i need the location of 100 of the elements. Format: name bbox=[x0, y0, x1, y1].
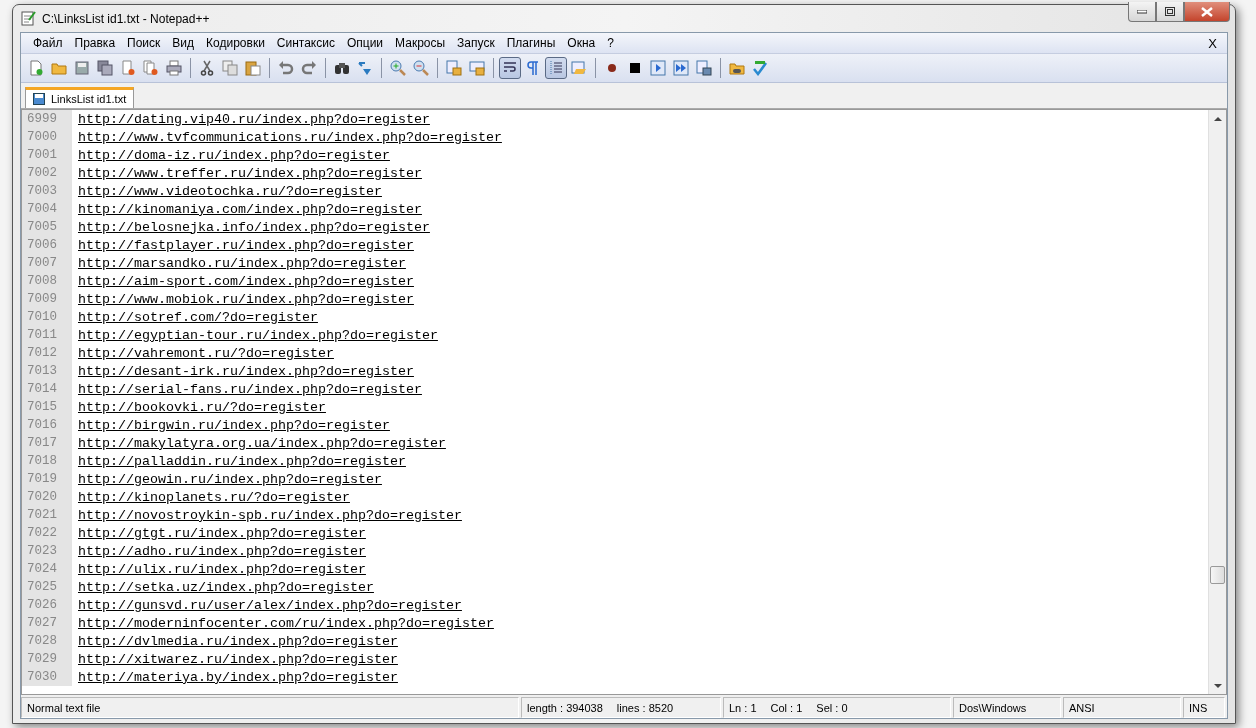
play-icon bbox=[650, 60, 666, 76]
url-link[interactable]: http://www.videotochka.ru/?do=register bbox=[78, 183, 382, 199]
line-number: 7004 bbox=[22, 200, 72, 218]
menu-item[interactable]: Правка bbox=[68, 36, 122, 50]
line-number: 7016 bbox=[22, 416, 72, 434]
url-link[interactable]: http://novostroykin-spb.ru/index.php?do=register bbox=[78, 507, 462, 523]
url-link[interactable]: http://kinomaniya.com/index.php?do=register bbox=[78, 201, 422, 217]
menu-item[interactable]: Плагины bbox=[500, 36, 562, 50]
url-link[interactable]: http://doma-iz.ru/index.php?do=register bbox=[78, 147, 390, 163]
url-link[interactable]: http://gtgt.ru/index.php?do=register bbox=[78, 525, 366, 541]
folder-icon bbox=[729, 60, 745, 76]
new-file-icon bbox=[28, 60, 44, 76]
url-link[interactable]: http://sotref.com/?do=register bbox=[78, 309, 318, 325]
url-link[interactable]: http://vahremont.ru/?do=register bbox=[78, 345, 334, 361]
url-link[interactable]: http://egyptian-tour.ru/index.php?do=register bbox=[78, 327, 438, 343]
pilcrow-icon bbox=[525, 60, 541, 76]
insert-mode: INS bbox=[1189, 701, 1208, 714]
vertical-scrollbar[interactable] bbox=[1208, 110, 1226, 694]
line-number: 7007 bbox=[22, 254, 72, 272]
url-link[interactable]: http://gunsvd.ru/user/alex/index.php?do=register bbox=[78, 597, 462, 613]
url-link[interactable]: http://makylatyra.org.ua/index.php?do=register bbox=[78, 435, 446, 451]
url-link[interactable]: http://www.tvfcommunications.ru/index.php?do=register bbox=[78, 129, 502, 145]
line-number: 7012 bbox=[22, 344, 72, 362]
url-link[interactable]: http://serial-fans.ru/index.php?do=register bbox=[78, 381, 422, 397]
line-number: 7029 bbox=[22, 650, 72, 668]
url-link[interactable]: http://www.mobiok.ru/index.php?do=register bbox=[78, 291, 414, 307]
line-number: 7027 bbox=[22, 614, 72, 632]
line-number: 7024 bbox=[22, 560, 72, 578]
text-editor[interactable] bbox=[21, 109, 1227, 695]
line-number: 7009 bbox=[22, 290, 72, 308]
line-number: 6999 bbox=[22, 110, 72, 128]
line-number: 7010 bbox=[22, 308, 72, 326]
encoding: ANSI bbox=[1069, 701, 1095, 714]
url-link[interactable]: http://marsandko.ru/index.php?do=register bbox=[78, 255, 406, 271]
line-number: 7013 bbox=[22, 362, 72, 380]
stop-icon bbox=[627, 60, 643, 76]
menu-item[interactable]: Кодировки bbox=[200, 36, 271, 50]
menu-item[interactable]: Поиск bbox=[121, 36, 167, 50]
folder-icon bbox=[51, 60, 67, 76]
line-number: 7019 bbox=[22, 470, 72, 488]
window-title: C:\LinksList id1.txt - Notepad++ bbox=[42, 11, 211, 26]
floppy-disks-icon bbox=[97, 60, 113, 76]
menu-item[interactable]: Опции bbox=[340, 36, 390, 50]
url-link[interactable]: http://desant-irk.ru/index.php?do=register bbox=[78, 363, 414, 379]
scrollbar-thumb[interactable] bbox=[1210, 566, 1225, 584]
save-macro-icon bbox=[696, 60, 712, 76]
url-link[interactable]: http://xitwarez.ru/index.php?do=register bbox=[78, 651, 398, 667]
menu-item[interactable]: Макросы bbox=[389, 36, 452, 50]
line-number: 7011 bbox=[22, 326, 72, 344]
minimize-icon bbox=[1137, 9, 1147, 14]
line-number: 7006 bbox=[22, 236, 72, 254]
url-link[interactable]: http://adho.ru/index.php?do=register bbox=[78, 543, 366, 559]
url-link[interactable]: http://dating.vip40.ru/index.php?do=register bbox=[78, 111, 430, 127]
url-link[interactable]: http://kinoplanets.ru/?do=register bbox=[78, 489, 350, 505]
sync-vertical-icon bbox=[446, 60, 462, 76]
line-number: 7008 bbox=[22, 272, 72, 290]
file-tab[interactable]: LinksList id1.txt bbox=[25, 87, 135, 108]
line-number: 7015 bbox=[22, 398, 72, 416]
binoculars-icon bbox=[334, 60, 350, 76]
lines-count: lines : 8520 bbox=[616, 701, 674, 714]
url-link[interactable]: http://belosnejka.info/index.php?do=register bbox=[78, 219, 430, 235]
line-number: 7018 bbox=[22, 452, 72, 470]
undo-icon bbox=[278, 60, 294, 76]
line-number: 7005 bbox=[22, 218, 72, 236]
scroll-down-icon bbox=[1213, 684, 1222, 689]
line-number: 7000 bbox=[22, 128, 72, 146]
maximize-button[interactable] bbox=[1156, 2, 1184, 22]
line-number: 7026 bbox=[22, 596, 72, 614]
close-button[interactable] bbox=[1184, 2, 1230, 22]
close-icon bbox=[1201, 6, 1213, 17]
line-number: 7022 bbox=[22, 524, 72, 542]
url-link[interactable]: http://materiya.by/index.php?do=register bbox=[78, 669, 398, 685]
menu-item[interactable]: Файл bbox=[27, 36, 69, 50]
menu-item[interactable]: Окна bbox=[561, 36, 602, 50]
minimize-button[interactable] bbox=[1128, 2, 1156, 22]
menu-item[interactable]: Вид bbox=[166, 36, 201, 50]
url-link[interactable]: http://setka.uz/index.php?do=register bbox=[78, 579, 374, 595]
url-link[interactable]: http://fastplayer.ru/index.php?do=register bbox=[78, 237, 414, 253]
menu-item[interactable]: ? bbox=[601, 36, 620, 50]
url-link[interactable]: http://dvlmedia.ru/index.php?do=register bbox=[78, 633, 398, 649]
document-map-icon bbox=[571, 60, 587, 76]
redo-icon bbox=[301, 60, 317, 76]
url-link[interactable]: http://geowin.ru/index.php?do=register bbox=[78, 471, 382, 487]
url-link[interactable]: http://palladdin.ru/index.php?do=register bbox=[78, 453, 406, 469]
line-position: Ln : 1 bbox=[729, 701, 757, 714]
close-document-button[interactable]: X bbox=[1204, 35, 1221, 51]
line-number: 7014 bbox=[22, 380, 72, 398]
selection-count: Sel : 0 bbox=[816, 701, 848, 714]
url-link[interactable]: http://moderninfocenter.com/ru/index.php?do=register bbox=[78, 615, 494, 631]
url-link[interactable]: http://birgwin.ru/index.php?do=register bbox=[78, 417, 390, 433]
url-link[interactable]: http://bookovki.ru/?do=register bbox=[78, 399, 326, 415]
close-files-icon bbox=[143, 60, 159, 76]
line-number: 7025 bbox=[22, 578, 72, 596]
file-type: Normal text file bbox=[27, 701, 101, 714]
menu-item[interactable]: Запуск bbox=[451, 36, 501, 50]
menu-item[interactable]: Синтаксис bbox=[270, 36, 341, 50]
url-link[interactable]: http://ulix.ru/index.php?do=register bbox=[78, 561, 366, 577]
url-link[interactable]: http://aim-sport.com/index.php?do=register bbox=[78, 273, 414, 289]
fast-forward-icon bbox=[673, 60, 689, 76]
url-link[interactable]: http://www.treffer.ru/index.php?do=register bbox=[78, 165, 422, 181]
